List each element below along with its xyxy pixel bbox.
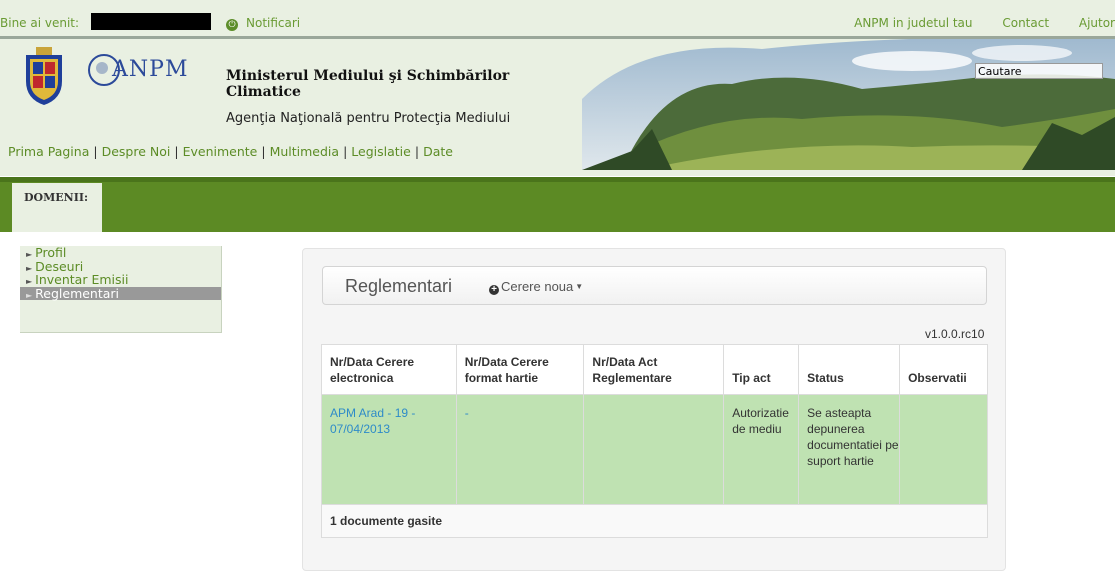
- nav-prima-pagina[interactable]: Prima Pagina: [8, 144, 89, 159]
- col-header-paper: Nr/Data Cerere format hartie: [455, 344, 585, 395]
- site-header: ANPM Ministerul Mediului şi Schimbărilor…: [0, 39, 1115, 176]
- table-footer-row: 1 documente gasite: [321, 504, 988, 538]
- cell-act: [583, 394, 725, 505]
- sidebar-item-reglementari[interactable]: ► Reglementari: [20, 285, 221, 301]
- cell-type: Autorizatie de mediu: [723, 394, 800, 505]
- requests-table: Nr/Data Cerere electronica Nr/Data Cerer…: [321, 344, 988, 538]
- table-row[interactable]: APM Arad - 19 - 07/04/2013 - Autorizatie…: [321, 394, 988, 505]
- nav-date[interactable]: Date: [423, 144, 453, 159]
- new-request-dropdown[interactable]: + Cerere noua ▼: [489, 279, 583, 295]
- search-input[interactable]: [975, 63, 1103, 79]
- cell-electronic-request[interactable]: APM Arad - 19 - 07/04/2013: [321, 394, 457, 505]
- link-ajutor[interactable]: Ajutor: [1079, 16, 1115, 30]
- cell-paper-request: -: [455, 394, 585, 505]
- arrow-right-icon: ►: [26, 250, 33, 259]
- page-title: Reglementari: [345, 276, 453, 296]
- power-icon: ⏻: [226, 19, 238, 31]
- nav-evenimente[interactable]: Evenimente: [183, 144, 258, 159]
- nav-despre-noi[interactable]: Despre Noi: [102, 144, 171, 159]
- anpm-logo-text: ANPM: [112, 57, 189, 82]
- cell-notes: [899, 394, 988, 505]
- cell-status: Se asteapta depunerea documentatiei pe s…: [798, 394, 901, 505]
- sidebar-item-deseuri[interactable]: ► Deseuri: [20, 259, 221, 273]
- left-sidebar: ► Profil ► Deseuri ► Inventar Emisii ► Regle…: [20, 246, 222, 333]
- results-count: 1 documente gasite: [321, 504, 988, 538]
- arrow-right-icon: ►: [26, 277, 33, 286]
- plus-circle-icon: +: [489, 285, 499, 295]
- link-contact[interactable]: Contact: [1002, 16, 1049, 30]
- col-header-act: Nr/Data Act Reglementare: [583, 344, 725, 395]
- notifications-link[interactable]: ⏻ Notificari: [226, 16, 300, 31]
- sidebar-item-profil[interactable]: ► Profil: [20, 246, 221, 260]
- col-header-notes: Observatii: [899, 344, 988, 395]
- top-bar: Bine ai venit: ⏻ Notificari ANPM in judet…: [0, 0, 1115, 39]
- table-header-row: Nr/Data Cerere electronica Nr/Data Cerer…: [321, 344, 988, 395]
- col-header-electronic: Nr/Data Cerere electronica: [321, 344, 457, 395]
- domain-tab[interactable]: DOMENII:: [12, 183, 102, 232]
- ministry-title: Ministerul Mediului şi Schimbărilor Clima…: [226, 68, 510, 100]
- domain-bar: [0, 177, 1115, 232]
- link-anpm-judet[interactable]: ANPM in judetul tau: [854, 16, 972, 30]
- anpm-logo[interactable]: ANPM: [82, 49, 218, 93]
- main-nav: Prima Pagina | Despre Noi | Evenimente | Multi…: [8, 144, 453, 159]
- section-titlebar: Reglementari + Cerere noua ▼: [322, 266, 987, 305]
- top-links: ANPM in judetul tau Contact Ajutor: [828, 16, 1115, 30]
- redacted-username: [91, 13, 211, 30]
- agency-title: Agenţia Naţională pentru Protecţia Mediu…: [226, 111, 511, 126]
- notifications-label: Notificari: [246, 16, 301, 30]
- sidebar-item-label: Reglementari: [35, 285, 120, 301]
- header-landscape-image: [582, 39, 1115, 170]
- arrow-right-icon: ►: [26, 263, 33, 273]
- nav-multimedia[interactable]: Multimedia: [270, 144, 340, 159]
- version-label: v1.0.0.rc10: [925, 327, 985, 341]
- col-header-type: Tip act: [723, 344, 800, 395]
- nav-legislatie[interactable]: Legislatie: [351, 144, 411, 159]
- welcome-text: Bine ai venit:: [0, 16, 80, 30]
- sidebar-item-inventar-emisii[interactable]: ► Inventar Emisii: [20, 273, 221, 287]
- coat-of-arms-icon: [26, 47, 62, 105]
- col-header-status: Status: [798, 344, 901, 395]
- domain-label: DOMENII:: [24, 191, 89, 204]
- new-request-label: Cerere noua: [501, 279, 574, 294]
- arrow-right-icon: ►: [26, 290, 33, 300]
- caret-down-icon: ▼: [575, 282, 584, 291]
